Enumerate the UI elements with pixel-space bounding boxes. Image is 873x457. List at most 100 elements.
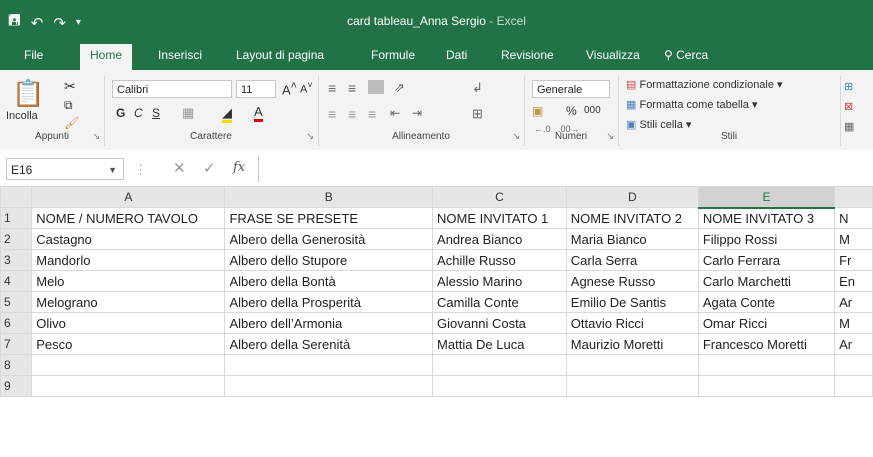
align-left-icon[interactable]: ≡ bbox=[328, 106, 336, 122]
tab-home[interactable]: Home bbox=[80, 44, 133, 70]
middle-align-icon[interactable]: ≡ bbox=[348, 80, 356, 96]
cell[interactable]: Carlo Marchetti bbox=[697, 270, 836, 292]
cell[interactable]: Castagno bbox=[31, 228, 226, 250]
cell[interactable]: Albero dell’Armonia bbox=[224, 312, 434, 334]
cell[interactable] bbox=[31, 354, 226, 376]
row-header[interactable]: 6 bbox=[0, 312, 33, 334]
tab-formulas[interactable]: Formule bbox=[371, 48, 415, 62]
number-format-box[interactable]: Generale bbox=[532, 80, 610, 98]
tab-insert[interactable]: Inserisci bbox=[158, 48, 202, 62]
cell-styles-button[interactable]: ▣ Stili cella ▾ bbox=[626, 118, 691, 131]
bottom-align-icon[interactable] bbox=[368, 80, 384, 94]
top-align-icon[interactable]: ≡ bbox=[328, 80, 336, 96]
cell[interactable]: Ar bbox=[834, 333, 873, 355]
cell[interactable]: Filippo Rossi bbox=[697, 228, 836, 250]
borders-icon[interactable]: ▦ bbox=[182, 105, 194, 121]
cell[interactable]: Albero della Bontà bbox=[224, 270, 434, 292]
cell[interactable]: Carla Serra bbox=[565, 249, 699, 271]
cell[interactable]: M bbox=[834, 228, 873, 250]
font-launcher-icon[interactable]: ↘ bbox=[306, 131, 314, 142]
merge-center-icon[interactable]: ⊞ bbox=[472, 106, 483, 122]
cell[interactable]: Ar bbox=[834, 291, 873, 313]
cell[interactable]: Olivo bbox=[31, 312, 226, 334]
cell[interactable]: Albero della Generosità bbox=[224, 228, 434, 250]
tab-view[interactable]: Visualizza bbox=[586, 48, 640, 62]
alignment-launcher-icon[interactable]: ↘ bbox=[512, 131, 520, 142]
format-as-table-button[interactable]: ▦ Formatta come tabella ▾ bbox=[626, 98, 757, 111]
column-header-c[interactable]: C bbox=[432, 186, 567, 208]
row-header[interactable]: 2 bbox=[0, 228, 33, 250]
cell[interactable]: N bbox=[834, 207, 873, 229]
cell[interactable]: Albero della Serenità bbox=[224, 333, 434, 355]
copy-icon[interactable]: ⧉ bbox=[64, 98, 73, 113]
cell[interactable]: Melograno bbox=[31, 291, 226, 313]
row-header[interactable]: 3 bbox=[0, 249, 33, 271]
font-name-box[interactable]: Calibri bbox=[112, 80, 232, 98]
cell[interactable] bbox=[834, 354, 873, 376]
align-center-icon[interactable]: ≡ bbox=[348, 106, 356, 122]
cell[interactable]: Agata Conte bbox=[697, 291, 836, 313]
cut-icon[interactable]: ✂ bbox=[64, 78, 76, 95]
cell[interactable]: Fr bbox=[834, 249, 873, 271]
cell[interactable] bbox=[31, 375, 226, 397]
cell[interactable]: Maria Bianco bbox=[565, 228, 699, 250]
row-header[interactable]: 9 bbox=[0, 375, 33, 397]
cell[interactable]: Alessio Marino bbox=[432, 270, 567, 292]
confirm-entry-icon[interactable]: ✓ bbox=[203, 159, 216, 177]
cell[interactable]: NOME INVITATO 2 bbox=[565, 207, 699, 229]
number-launcher-icon[interactable]: ↘ bbox=[606, 131, 614, 142]
cell[interactable] bbox=[565, 354, 699, 376]
cell[interactable]: Mandorlo bbox=[31, 249, 226, 271]
paste-button[interactable]: Incolla bbox=[6, 110, 38, 122]
cell[interactable]: Mattia De Luca bbox=[432, 333, 567, 355]
orientation-icon[interactable]: ⇗ bbox=[394, 80, 405, 96]
cell[interactable]: Ottavio Ricci bbox=[565, 312, 699, 334]
cell[interactable]: Camilla Conte bbox=[432, 291, 567, 313]
cell[interactable]: NOME INVITATO 3 bbox=[697, 207, 836, 229]
grow-font-icon[interactable]: A˄ bbox=[282, 80, 297, 97]
comma-style-button[interactable]: 000 bbox=[584, 105, 601, 116]
column-header-d[interactable]: D bbox=[565, 186, 699, 208]
cell[interactable] bbox=[224, 375, 434, 397]
row-header[interactable]: 7 bbox=[0, 333, 33, 355]
accounting-format-icon[interactable]: ▣ bbox=[532, 104, 543, 118]
underline-button[interactable]: S bbox=[152, 106, 160, 120]
cancel-entry-icon[interactable]: ✕ bbox=[173, 159, 186, 177]
insert-cells-icon[interactable]: ⊞ bbox=[844, 80, 853, 93]
decrease-indent-icon[interactable]: ⇤ bbox=[390, 106, 400, 120]
column-header-b[interactable]: B bbox=[224, 186, 434, 208]
paste-icon[interactable]: 📋 bbox=[12, 78, 44, 109]
column-header-a[interactable]: A bbox=[31, 186, 226, 208]
conditional-formatting-button[interactable]: ▤ Formattazione condizionale ▾ bbox=[626, 78, 783, 91]
delete-cells-icon[interactable]: ⊠ bbox=[844, 100, 853, 113]
row-header[interactable]: 4 bbox=[0, 270, 33, 292]
cell[interactable] bbox=[565, 375, 699, 397]
cell[interactable] bbox=[432, 375, 567, 397]
italic-button[interactable]: C bbox=[134, 106, 143, 120]
cell[interactable]: Andrea Bianco bbox=[432, 228, 567, 250]
column-header-e[interactable]: E bbox=[697, 186, 836, 209]
tab-data[interactable]: Dati bbox=[446, 48, 467, 62]
cell[interactable]: NOME / NUMERO TAVOLO bbox=[31, 207, 226, 229]
percent-button[interactable]: % bbox=[566, 104, 577, 118]
select-all-corner[interactable] bbox=[0, 186, 33, 208]
row-header[interactable]: 5 bbox=[0, 291, 33, 313]
row-header[interactable]: 8 bbox=[0, 354, 33, 376]
format-cells-icon[interactable]: ▦ bbox=[844, 120, 854, 133]
row-header[interactable]: 1 bbox=[0, 207, 33, 229]
increase-indent-icon[interactable]: ⇥ bbox=[412, 106, 422, 120]
cell[interactable]: En bbox=[834, 270, 873, 292]
cell[interactable]: Melo bbox=[31, 270, 226, 292]
font-color-icon[interactable]: A bbox=[254, 104, 263, 122]
cell[interactable] bbox=[224, 354, 434, 376]
name-box[interactable]: E16 ▼ bbox=[6, 158, 124, 180]
wrap-text-icon[interactable]: ↲ bbox=[472, 80, 483, 96]
cell[interactable] bbox=[834, 375, 873, 397]
cell[interactable]: Carlo Ferrara bbox=[697, 249, 836, 271]
format-painter-icon[interactable]: 🖌 bbox=[64, 116, 79, 130]
shrink-font-icon[interactable]: A˅ bbox=[300, 80, 313, 96]
clipboard-launcher-icon[interactable]: ↘ bbox=[92, 131, 100, 142]
tell-me-search[interactable]: ⚲ Cerca bbox=[664, 48, 708, 62]
tab-file[interactable]: File bbox=[24, 48, 43, 62]
cell[interactable]: Giovanni Costa bbox=[432, 312, 567, 334]
